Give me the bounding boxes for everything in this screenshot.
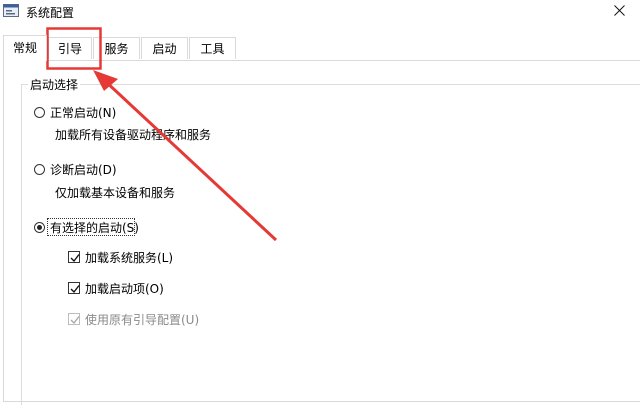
diagnostic-startup-radio[interactable] [34, 164, 45, 175]
msconfig-window-icon [3, 4, 19, 17]
tab-startup[interactable]: 启动 [141, 37, 188, 59]
tab-tools[interactable]: 工具 [189, 37, 236, 59]
selective-startup-radio[interactable] [34, 222, 45, 233]
normal-startup-description: 加载所有设备驱动程序和服务 [55, 128, 212, 142]
load-startup-items-checkbox[interactable] [68, 282, 80, 294]
title-bar: 系统配置 [0, 0, 640, 28]
diagnostic-startup-description: 仅加载基本设备和服务 [55, 186, 176, 200]
normal-startup-radio[interactable] [34, 107, 45, 118]
use-original-boot-config-label: 使用原有引导配置(U) [85, 313, 200, 327]
checkmark-icon [70, 285, 80, 294]
tab-strip: 常规 引导 服务 启动 工具 [0, 35, 640, 61]
load-system-services-label[interactable]: 加载系统服务(L) [85, 249, 173, 266]
use-original-boot-config-checkbox [68, 313, 80, 325]
close-button[interactable] [600, 0, 640, 22]
normal-startup-label[interactable]: 正常启动(N) [50, 104, 116, 121]
load-system-services-checkbox[interactable] [68, 251, 80, 263]
checkmark-icon [70, 254, 80, 263]
group-label: 启动选择 [28, 76, 81, 93]
selective-startup-label[interactable]: 有选择的启动(S) [50, 219, 139, 236]
checkmark-icon [70, 316, 80, 325]
diagnostic-startup-label[interactable]: 诊断启动(D) [50, 161, 117, 178]
tab-services[interactable]: 服务 [93, 37, 140, 59]
load-startup-items-label[interactable]: 加载启动项(O) [85, 280, 164, 297]
window-title: 系统配置 [26, 6, 75, 20]
tab-boot[interactable]: 引导 [48, 37, 92, 59]
close-icon [614, 5, 625, 16]
tab-general[interactable]: 常规 [3, 35, 47, 61]
